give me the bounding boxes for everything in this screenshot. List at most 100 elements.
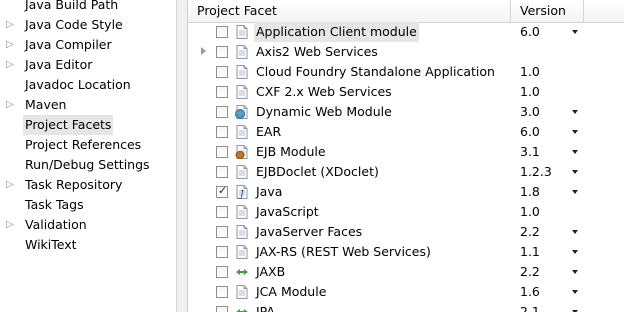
version-dropdown-icon[interactable] <box>572 270 578 274</box>
nav-item[interactable]: ▷ Java Compiler <box>0 35 176 55</box>
arrows-icon <box>234 304 250 312</box>
nav-item[interactable]: Javadoc Location <box>0 75 176 95</box>
facet-name: EJBDoclet (XDoclet) <box>256 164 379 179</box>
facet-version[interactable]: 6.0 <box>520 22 540 42</box>
nav-item-label: WikiText <box>25 237 77 252</box>
table-row[interactable]: JAX-RS (REST Web Services) 1.1 <box>188 242 624 262</box>
nav-item[interactable]: ▷ Java Editor <box>0 55 176 75</box>
arrows-icon <box>234 264 250 280</box>
properties-nav-tree: Java Build Path ▷ Java Code Style ▷ Java Com… <box>0 0 176 312</box>
facet-version[interactable]: 3.1 <box>520 142 540 162</box>
table-row[interactable]: ✓ J Java 1.8 <box>188 182 624 202</box>
facet-checkbox[interactable] <box>216 246 228 258</box>
page-icon <box>234 124 250 140</box>
table-row[interactable]: JAXB 2.2 <box>188 262 624 282</box>
facet-checkbox[interactable] <box>216 126 228 138</box>
table-row[interactable]: Dynamic Web Module 3.0 <box>188 102 624 122</box>
facet-version[interactable]: 2.2 <box>520 262 540 282</box>
nav-item[interactable]: Java Build Path <box>0 0 176 15</box>
facet-name: JavaScript <box>256 204 319 219</box>
facet-name: Java <box>256 184 283 199</box>
table-row[interactable]: CXF 2.x Web Services 1.0 <box>188 82 624 102</box>
facet-checkbox[interactable] <box>216 206 228 218</box>
table-row[interactable]: Application Client module 6.0 <box>188 22 624 42</box>
facet-checkbox[interactable] <box>216 226 228 238</box>
page-icon <box>234 24 250 40</box>
expand-arrow-icon[interactable]: ▷ <box>6 95 16 115</box>
nav-item[interactable]: WikiText <box>0 235 176 255</box>
page-icon <box>234 244 250 260</box>
facet-version[interactable]: 1.6 <box>520 282 540 302</box>
facet-checkbox[interactable] <box>216 286 228 298</box>
version-dropdown-icon[interactable] <box>572 30 578 34</box>
expand-arrow-icon[interactable]: ▷ <box>6 35 16 55</box>
table-row[interactable]: Axis2 Web Services <box>188 42 624 62</box>
facet-checkbox[interactable] <box>216 26 228 38</box>
facet-checkbox[interactable] <box>216 146 228 158</box>
facet-version[interactable]: 3.0 <box>520 102 540 122</box>
facet-checkbox[interactable] <box>216 86 228 98</box>
facet-version[interactable]: 2.2 <box>520 222 540 242</box>
nav-item[interactable]: Project References <box>0 135 176 155</box>
version-dropdown-icon[interactable] <box>572 190 578 194</box>
facet-version[interactable]: 1.0 <box>520 62 540 82</box>
expand-arrow-icon[interactable]: ▷ <box>6 15 16 35</box>
page-icon <box>234 284 250 300</box>
nav-item-label: Project References <box>25 137 142 152</box>
table-row[interactable]: EAR 6.0 <box>188 122 624 142</box>
facet-checkbox[interactable] <box>216 66 228 78</box>
facet-name: JAXB <box>256 264 286 279</box>
facet-version[interactable]: 1.1 <box>520 242 540 262</box>
facet-name: JPA <box>256 304 275 312</box>
facet-version[interactable]: 1.0 <box>520 82 540 102</box>
table-row[interactable]: JavaServer Faces 2.2 <box>188 222 624 242</box>
facet-checkbox[interactable]: ✓ <box>216 184 228 198</box>
column-header-version[interactable]: Version <box>511 0 584 22</box>
facet-name: Dynamic Web Module <box>256 104 392 119</box>
table-row[interactable]: EJB Module 3.1 <box>188 142 624 162</box>
facet-version[interactable]: 1.0 <box>520 202 540 222</box>
facet-checkbox[interactable] <box>216 46 228 58</box>
column-header-project-facet[interactable]: Project Facet <box>188 0 511 22</box>
facet-checkbox[interactable] <box>216 166 228 178</box>
splitter-sash[interactable] <box>176 0 188 312</box>
table-row[interactable]: JPA 2.1 <box>188 302 624 312</box>
project-facets-table: Project Facet Version Application Client… <box>188 0 624 312</box>
facet-name: Cloud Foundry Standalone Application <box>256 64 495 79</box>
facet-checkbox[interactable] <box>216 306 228 312</box>
facet-version[interactable]: 6.0 <box>520 122 540 142</box>
expand-arrow-icon[interactable]: ▷ <box>6 215 16 235</box>
nav-item[interactable]: Project Facets <box>0 115 176 135</box>
nav-item[interactable]: ▷ Task Repository <box>0 175 176 195</box>
table-row[interactable]: JCA Module 1.6 <box>188 282 624 302</box>
version-dropdown-icon[interactable] <box>572 130 578 134</box>
expand-arrow-icon[interactable]: ▷ <box>6 55 16 75</box>
page-icon <box>234 84 250 100</box>
table-row[interactable]: Cloud Foundry Standalone Application 1.0 <box>188 62 624 82</box>
version-dropdown-icon[interactable] <box>572 170 578 174</box>
page-icon <box>234 164 250 180</box>
nav-item[interactable]: ▷ Validation <box>0 215 176 235</box>
nav-item-label: Java Compiler <box>25 37 112 52</box>
expand-arrow-icon[interactable]: ▷ <box>6 175 16 195</box>
table-row[interactable]: EJBDoclet (XDoclet) 1.2.3 <box>188 162 624 182</box>
version-dropdown-icon[interactable] <box>572 230 578 234</box>
facet-name: JavaServer Faces <box>256 224 363 239</box>
nav-item[interactable]: Task Tags <box>0 195 176 215</box>
nav-item[interactable]: Run/Debug Settings <box>0 155 176 175</box>
version-dropdown-icon[interactable] <box>572 150 578 154</box>
nav-item[interactable]: ▷ Maven <box>0 95 176 115</box>
facet-checkbox[interactable] <box>216 106 228 118</box>
table-row[interactable]: JavaScript 1.0 <box>188 202 624 222</box>
facet-version[interactable]: 2.1 <box>520 302 540 312</box>
page-icon <box>234 224 250 240</box>
version-dropdown-icon[interactable] <box>572 290 578 294</box>
version-dropdown-icon[interactable] <box>572 110 578 114</box>
facet-version[interactable]: 1.2.3 <box>520 162 552 182</box>
expand-arrow-icon[interactable] <box>201 47 206 55</box>
version-dropdown-icon[interactable] <box>572 250 578 254</box>
facet-version[interactable]: 1.8 <box>520 182 540 202</box>
nav-item[interactable]: ▷ Java Code Style <box>0 15 176 35</box>
facet-checkbox[interactable] <box>216 266 228 278</box>
nav-item-label: Task Tags <box>25 197 84 212</box>
